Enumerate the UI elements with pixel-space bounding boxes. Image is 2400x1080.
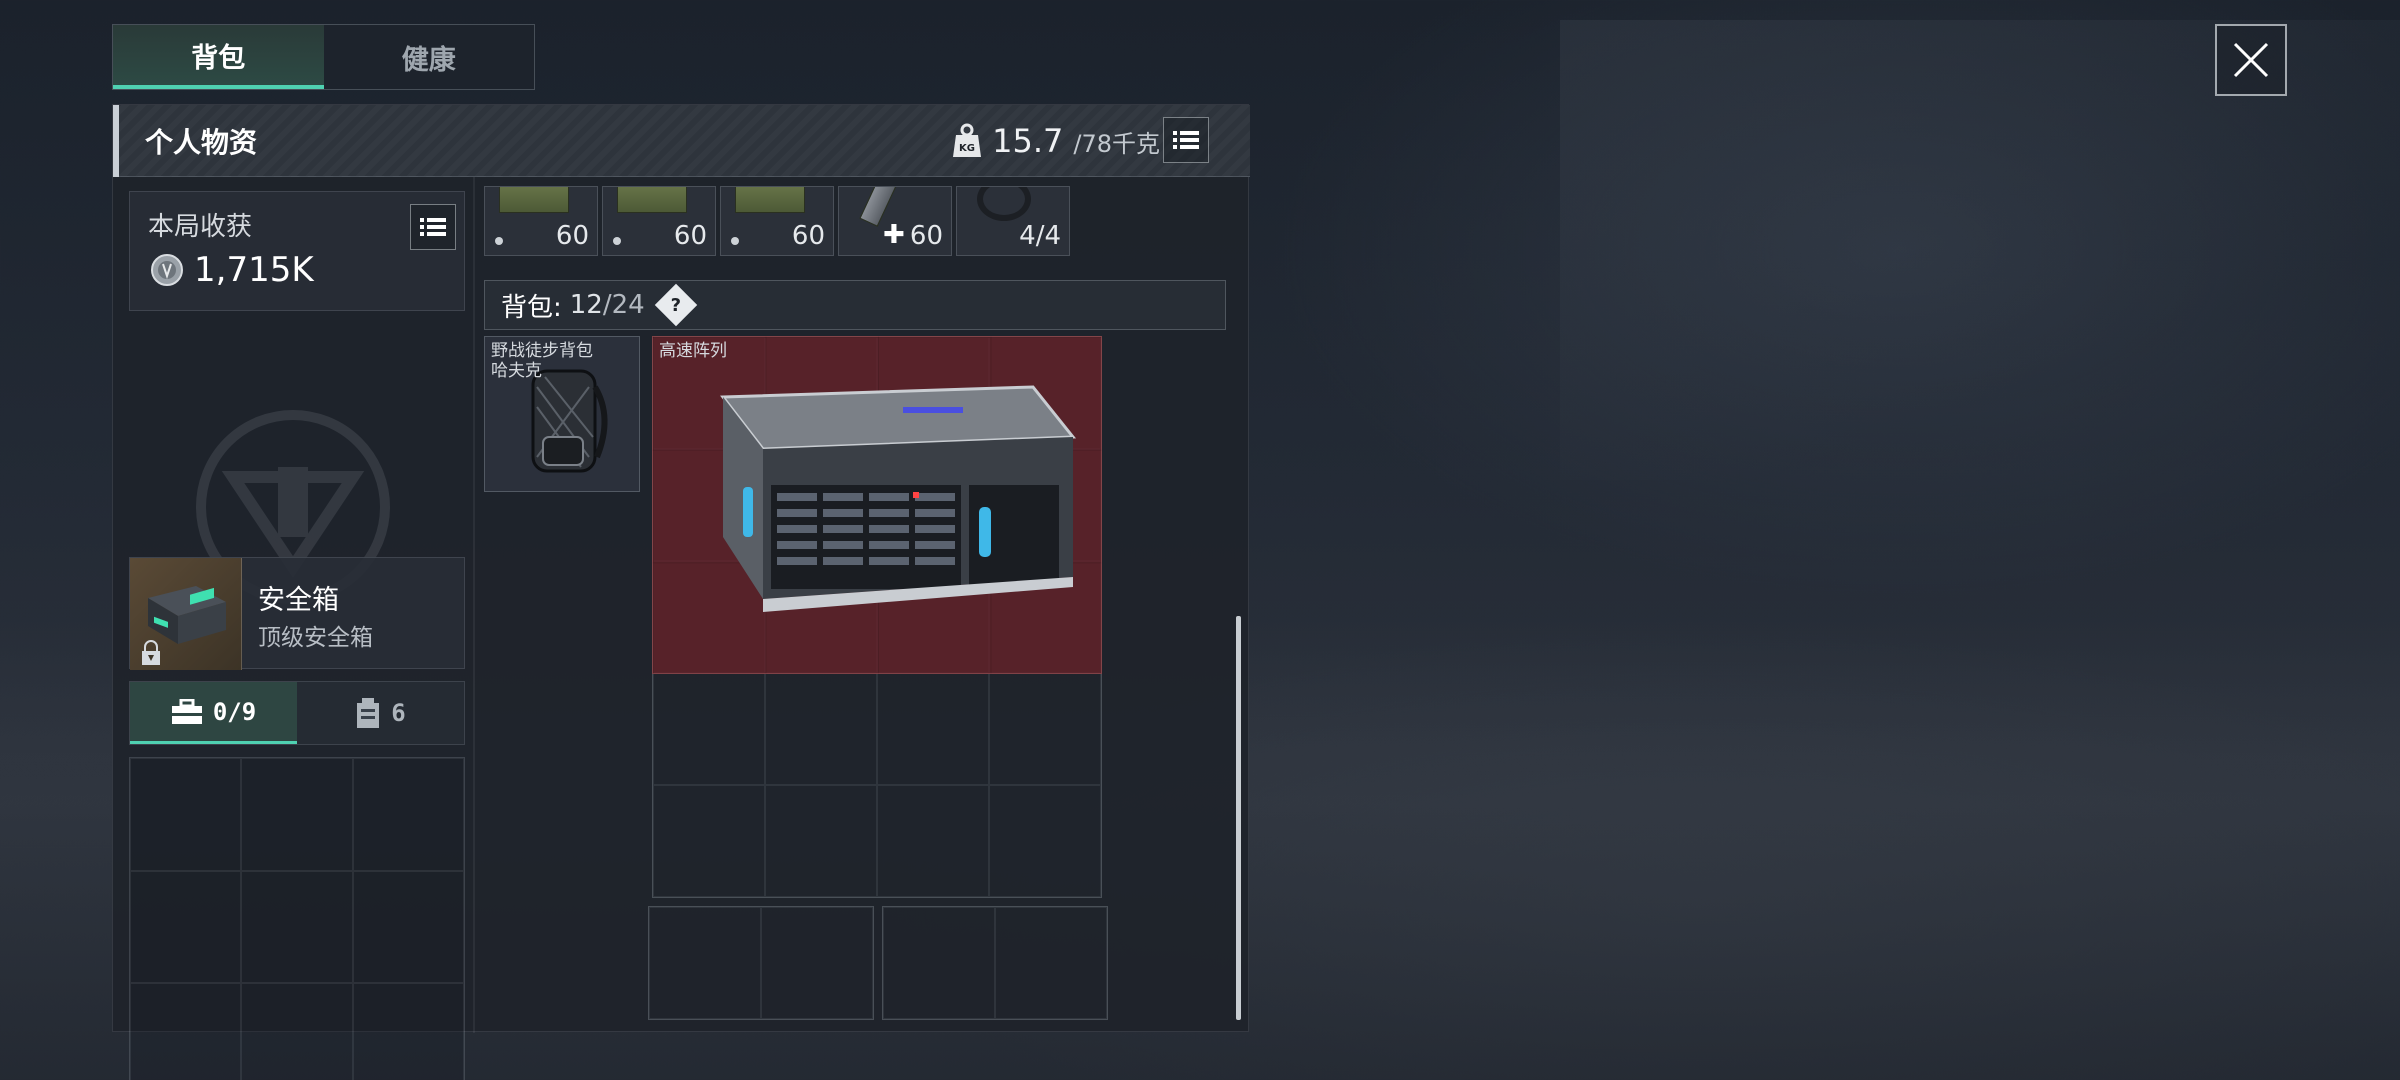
lock-icon — [142, 640, 160, 665]
close-button[interactable] — [2215, 24, 2287, 96]
ammo-box-icon — [617, 187, 687, 213]
svg-text:KG: KG — [959, 143, 975, 154]
grid-cell[interactable] — [130, 870, 242, 984]
container-icon — [357, 698, 380, 728]
ammo-dot-icon — [495, 237, 503, 245]
bag-label: 背包: — [501, 292, 562, 323]
strap-icon — [977, 187, 1031, 221]
top-tabs: 背包 健康 — [112, 24, 535, 90]
plus-icon: ✚ — [883, 220, 905, 250]
grid-cell[interactable] — [761, 907, 873, 1019]
gear-slot[interactable]: 4/4 — [956, 186, 1070, 256]
grid-cell[interactable] — [352, 758, 464, 871]
ammo-dot-icon — [731, 237, 739, 245]
harvest-value: 1,715K — [194, 250, 314, 290]
grid-cell[interactable] — [989, 673, 1101, 785]
toolbox-icon — [171, 698, 202, 724]
backpack-capacity-bar: 背包: 12 /24 ? — [484, 280, 1226, 330]
ammo-row: 60 60 60 ✚ 60 4/4 — [484, 186, 1070, 256]
tab-container[interactable]: 6 — [297, 682, 464, 744]
sort-list-button[interactable] — [1163, 117, 1209, 163]
harvest-value-row: 1,715K — [150, 250, 314, 290]
ammo-count: 60 — [791, 221, 825, 251]
harvest-card: 本局收获 1,715K — [129, 191, 465, 311]
grid-cell[interactable] — [765, 673, 877, 785]
safebox-thumbnail — [130, 558, 242, 670]
tab-safebox-items[interactable]: 0/9 — [130, 682, 297, 744]
weight-kg-icon: KG — [953, 123, 982, 157]
grid-cell[interactable] — [653, 785, 765, 897]
help-mark: ? — [670, 294, 681, 316]
tab-health[interactable]: 健康 — [324, 25, 535, 89]
medical-count: 60 — [909, 221, 943, 251]
grid-cell[interactable] — [883, 907, 995, 1019]
medical-slot[interactable]: ✚ 60 — [838, 186, 952, 256]
header-accent — [113, 105, 119, 177]
column-divider — [473, 177, 475, 1033]
backpack-item-label: 野战徒步背包 哈夫克 — [491, 341, 593, 381]
grid-cell[interactable] — [352, 983, 464, 1080]
ammo-count: 60 — [555, 221, 589, 251]
ammo-dot-icon — [613, 237, 621, 245]
scrollbar[interactable] — [1236, 616, 1241, 1020]
safebox-items-count: 0/9 — [212, 697, 257, 726]
container-count: 6 — [391, 699, 406, 727]
raid-item-label: 高速阵列 — [659, 341, 727, 361]
bag-capacity: /24 — [602, 290, 645, 320]
grid-cell[interactable] — [130, 983, 242, 1080]
grid-cell[interactable] — [877, 785, 989, 897]
left-column: 本局收获 1,715K 安全箱 顶级安全箱 0/9 6 — [113, 177, 473, 1080]
raid-array-item[interactable]: 高速阵列 — [652, 336, 1102, 674]
grid-cell[interactable] — [241, 983, 353, 1080]
grid-cell[interactable] — [653, 673, 765, 785]
weight-current: 15.7 — [992, 122, 1064, 160]
ammo-box-icon — [499, 187, 569, 213]
ammo-box-icon — [735, 187, 805, 213]
coin-icon — [151, 254, 183, 286]
ammo-count: 60 — [673, 221, 707, 251]
grid-cell[interactable] — [989, 785, 1101, 897]
harvest-details-button[interactable] — [410, 204, 456, 250]
ammo-slot[interactable]: 60 — [484, 186, 598, 256]
grid-cell[interactable] — [765, 785, 877, 897]
grid-cell[interactable] — [241, 758, 353, 871]
pocket-slot-right[interactable] — [882, 906, 1108, 1020]
ammo-slot[interactable]: 60 — [602, 186, 716, 256]
grid-cell[interactable] — [995, 907, 1107, 1019]
close-icon — [2233, 42, 2269, 78]
grid-cell[interactable] — [352, 870, 464, 984]
safebox-grid[interactable] — [129, 757, 465, 1080]
grid-cell[interactable] — [649, 907, 761, 1019]
gear-count: 4/4 — [1019, 221, 1061, 251]
pocket-slot-left[interactable] — [648, 906, 874, 1020]
ammo-slot[interactable]: 60 — [720, 186, 834, 256]
safebox-card[interactable]: 安全箱 顶级安全箱 — [129, 557, 465, 670]
server-array-icon — [720, 385, 1077, 612]
harvest-label: 本局收获 — [148, 212, 253, 242]
bag-count: 12 — [569, 290, 603, 320]
grid-cell[interactable] — [877, 673, 989, 785]
grid-cell[interactable] — [130, 758, 242, 871]
panel-header: 个人物资 KG 15.7 /78千克 — [113, 105, 1250, 177]
weight-max: /78千克 — [1073, 129, 1160, 158]
help-icon[interactable]: ? — [654, 283, 697, 327]
tab-backpack[interactable]: 背包 — [113, 25, 324, 89]
list-icon — [1173, 131, 1199, 149]
weight-indicator: KG 15.7 /78千克 — [952, 119, 1160, 163]
safebox-tabs: 0/9 6 — [129, 681, 465, 745]
backpack-equip-slot[interactable]: 野战徒步背包 哈夫克 — [484, 336, 640, 492]
list-icon — [420, 218, 446, 236]
safebox-name: 安全箱 — [258, 585, 339, 616]
panel-title: 个人物资 — [145, 125, 258, 159]
grid-cell[interactable] — [241, 870, 353, 984]
safebox-subtitle: 顶级安全箱 — [258, 625, 373, 651]
